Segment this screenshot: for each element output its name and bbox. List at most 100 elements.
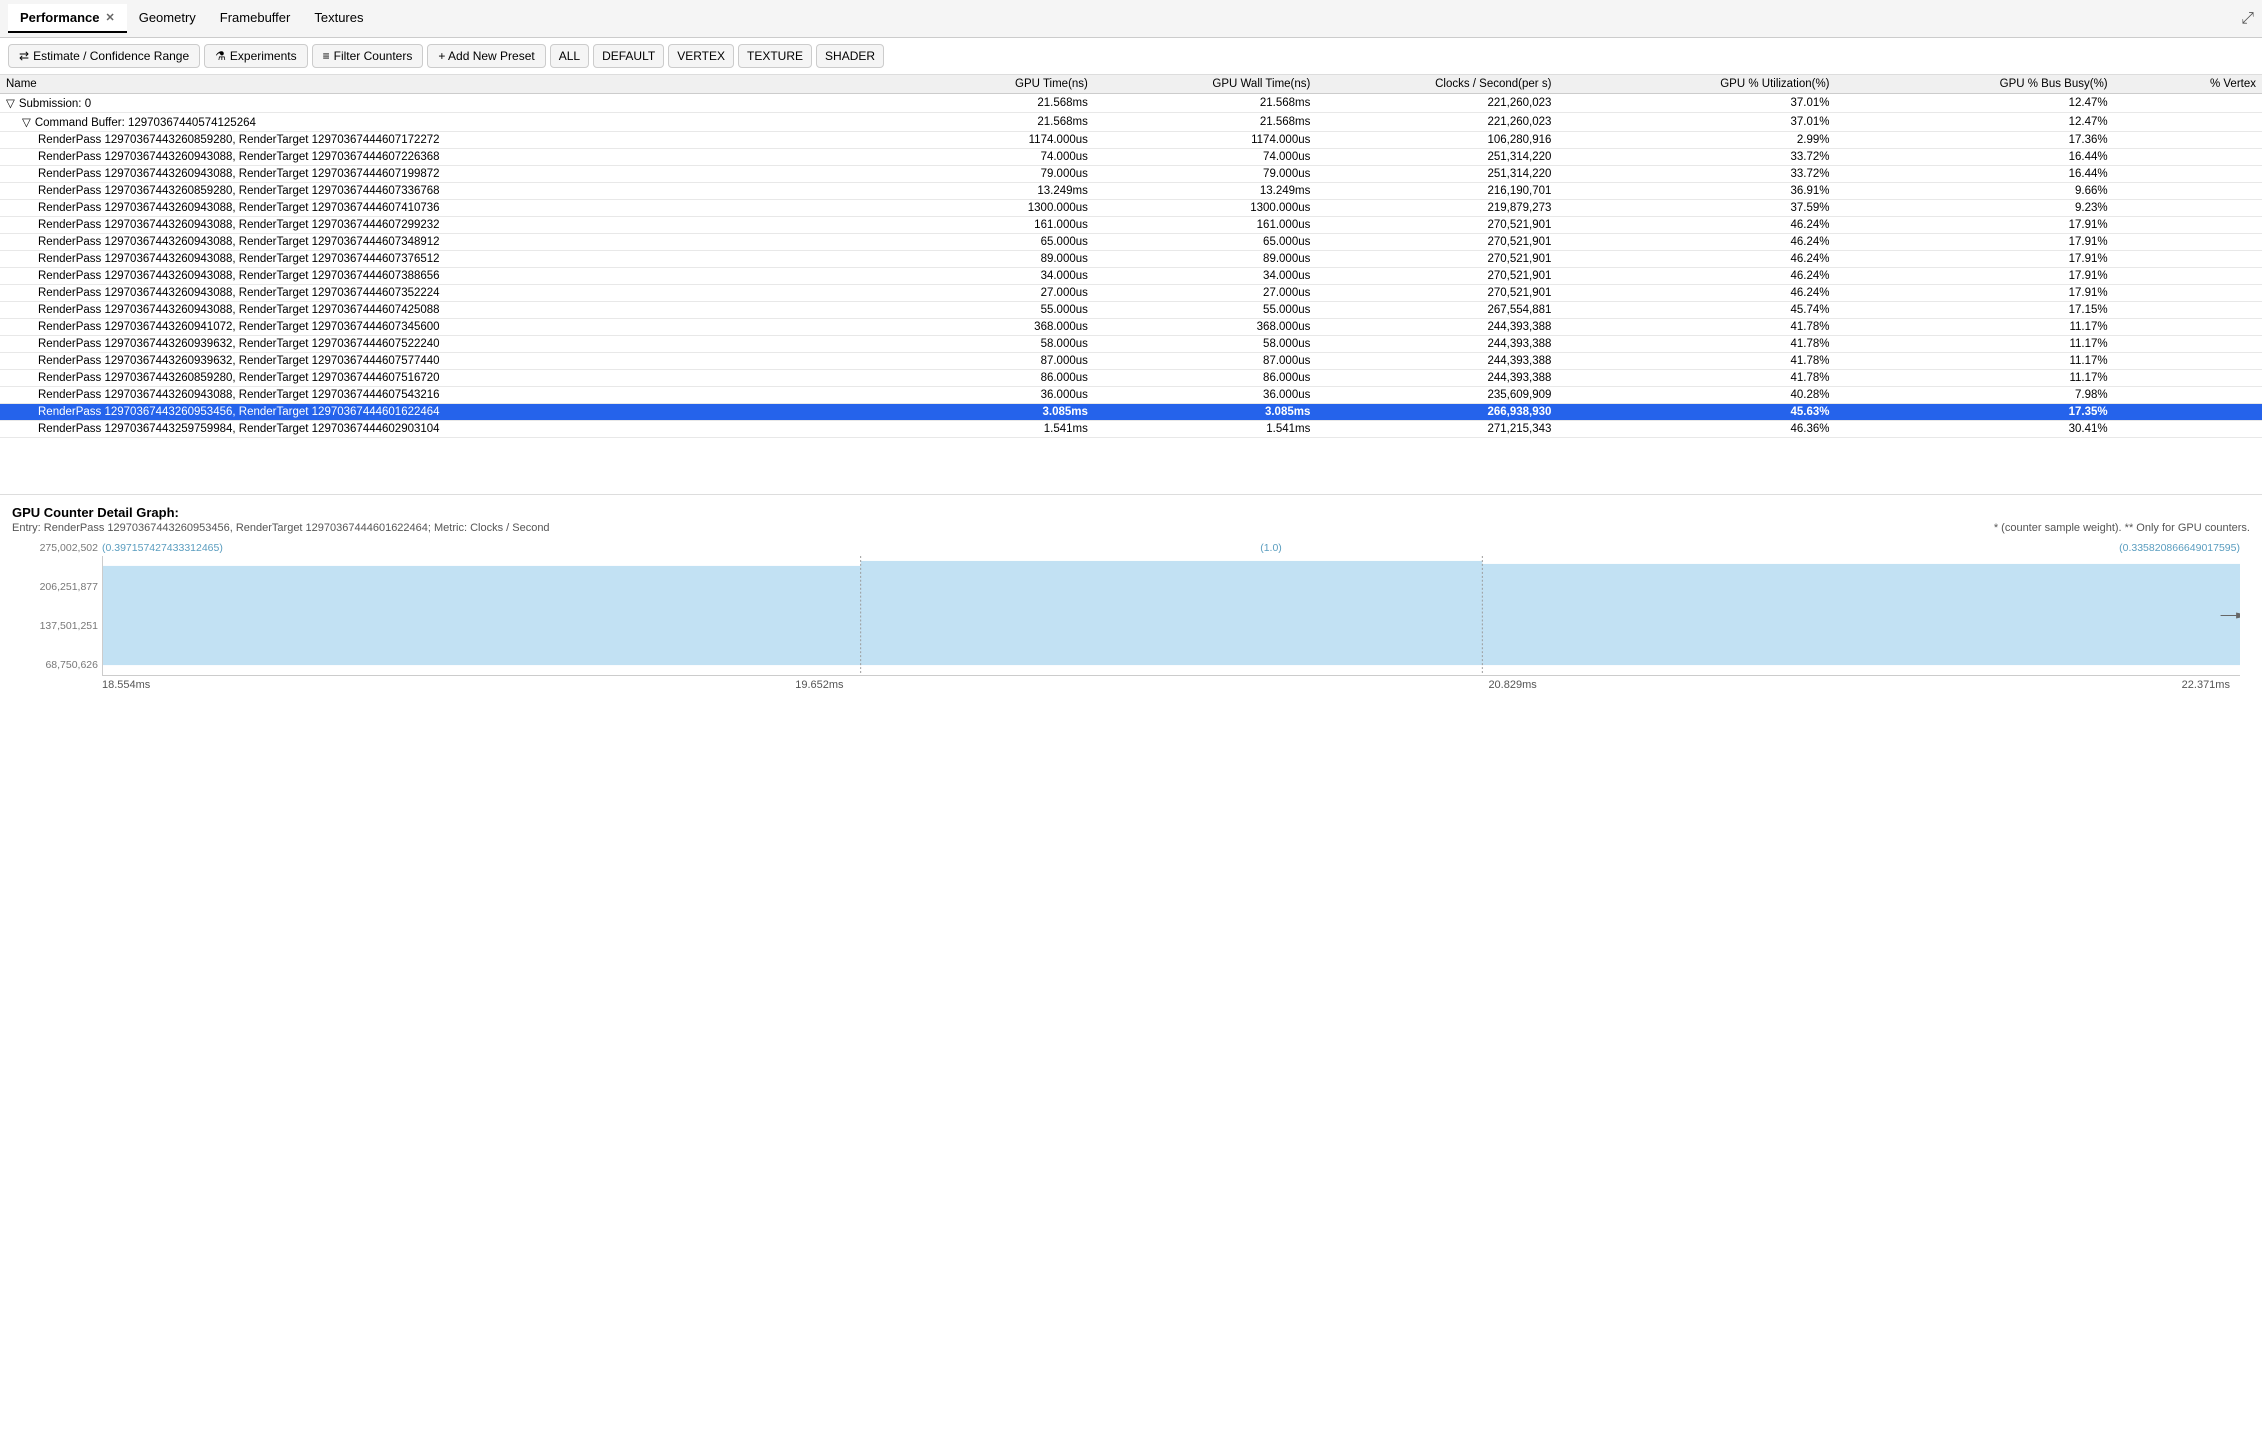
table-row[interactable]: RenderPass 12970367443260939632, RenderT… [0,336,2262,353]
cell-name: RenderPass 12970367443260943088, RenderT… [0,200,890,217]
y-label-1: 275,002,502 [20,542,98,554]
col-header-bus: GPU % Bus Busy(%) [1836,75,2114,94]
cell-clocks: 251,314,220 [1316,149,1557,166]
preset-default[interactable]: DEFAULT [593,44,664,68]
cell-gpu-time: 368.000us [890,319,1094,336]
estimate-button[interactable]: ⇄ Estimate / Confidence Range [8,44,200,68]
table-row[interactable]: ▽Submission: 021.568ms21.568ms221,260,02… [0,94,2262,113]
table-row[interactable]: RenderPass 12970367443260859280, RenderT… [0,370,2262,387]
tab-framebuffer[interactable]: Framebuffer [208,4,303,33]
table-row[interactable]: RenderPass 12970367443260943088, RenderT… [0,234,2262,251]
cell-clocks: 270,521,901 [1316,251,1557,268]
table-row[interactable]: RenderPass 12970367443260943088, RenderT… [0,387,2262,404]
table-row[interactable]: RenderPass 12970367443260939632, RenderT… [0,353,2262,370]
tab-geometry[interactable]: Geometry [127,4,208,33]
table-row[interactable]: RenderPass 12970367443259759984, RenderT… [0,421,2262,438]
table-row[interactable]: RenderPass 12970367443260943088, RenderT… [0,285,2262,302]
cell-gpu-time: 65.000us [890,234,1094,251]
preset-shader[interactable]: SHADER [816,44,884,68]
tab-performance[interactable]: Performance ✕ [8,4,127,33]
cell-util: 36.91% [1557,183,1835,200]
cell-vertex [2114,251,2262,268]
cell-gpu-wall: 89.000us [1094,251,1316,268]
x-label-4: 22.371ms [2182,679,2230,691]
cell-clocks: 106,280,916 [1316,132,1557,149]
cell-vertex [2114,217,2262,234]
table-row[interactable]: RenderPass 12970367443260859280, RenderT… [0,132,2262,149]
col-header-name: Name [0,75,890,94]
table-row[interactable]: RenderPass 12970367443260943088, RenderT… [0,268,2262,285]
performance-table: Name GPU Time(ns) GPU Wall Time(ns) Cloc… [0,75,2262,438]
x-label-2: 19.652ms [795,679,843,691]
cell-bus: 16.44% [1836,166,2114,183]
cell-vertex [2114,336,2262,353]
cell-vertex [2114,319,2262,336]
preset-texture[interactable]: TEXTURE [738,44,812,68]
cell-bus: 30.41% [1836,421,2114,438]
cell-bus: 17.91% [1836,268,2114,285]
cell-util: 46.24% [1557,251,1835,268]
estimate-icon: ⇄ [19,49,29,63]
cell-bus: 11.17% [1836,370,2114,387]
cell-vertex [2114,149,2262,166]
tab-textures[interactable]: Textures [302,4,375,33]
graph-x-labels: 18.554ms 19.652ms 20.829ms 22.371ms [102,679,2240,691]
filter-button[interactable]: ≡ Filter Counters [312,44,424,68]
cell-clocks: 271,215,343 [1316,421,1557,438]
cell-name: RenderPass 12970367443260943088, RenderT… [0,387,890,404]
graph-canvas-area: (0.397157427433312465) (1.0) (0.33582086… [102,542,2240,691]
cell-gpu-wall: 58.000us [1094,336,1316,353]
table-row[interactable]: RenderPass 12970367443260953456, RenderT… [0,404,2262,421]
cell-bus: 17.91% [1836,251,2114,268]
cell-util: 37.01% [1557,113,1835,132]
y-label-2: 206,251,877 [20,581,98,593]
table-row[interactable]: RenderPass 12970367443260859280, RenderT… [0,183,2262,200]
cell-gpu-time: 58.000us [890,336,1094,353]
y-label-3: 137,501,251 [20,620,98,632]
table-row[interactable]: RenderPass 12970367443260943088, RenderT… [0,149,2262,166]
cell-util: 41.78% [1557,319,1835,336]
cell-vertex [2114,166,2262,183]
cell-gpu-time: 79.000us [890,166,1094,183]
estimate-label: Estimate / Confidence Range [33,49,189,63]
cell-name: RenderPass 12970367443260953456, RenderT… [0,404,890,421]
cell-util: 45.74% [1557,302,1835,319]
cell-vertex [2114,183,2262,200]
cell-bus: 11.17% [1836,336,2114,353]
preset-vertex[interactable]: VERTEX [668,44,734,68]
table-row[interactable]: ▽Command Buffer: 1297036744057412526421.… [0,113,2262,132]
cell-gpu-wall: 65.000us [1094,234,1316,251]
cell-vertex [2114,387,2262,404]
graph-subtitle: Entry: RenderPass 12970367443260953456, … [12,522,550,534]
cell-name: RenderPass 12970367443260943088, RenderT… [0,166,890,183]
cell-bus: 9.66% [1836,183,2114,200]
cell-name: RenderPass 12970367443260939632, RenderT… [0,353,890,370]
cell-gpu-time: 21.568ms [890,113,1094,132]
close-icon[interactable]: ✕ [105,11,114,24]
cell-clocks: 270,521,901 [1316,268,1557,285]
expand-icon[interactable]: ⤢ [2241,10,2254,28]
cell-util: 40.28% [1557,387,1835,404]
cell-util: 46.24% [1557,268,1835,285]
cell-bus: 11.17% [1836,319,2114,336]
cell-bus: 12.47% [1836,113,2114,132]
tab-performance-label: Performance [20,10,99,25]
table-row[interactable]: RenderPass 12970367443260943088, RenderT… [0,166,2262,183]
experiments-button[interactable]: ⚗ Experiments [204,44,307,68]
cell-bus: 12.47% [1836,94,2114,113]
cell-util: 46.36% [1557,421,1835,438]
col-header-util: GPU % Utilization(%) [1557,75,1835,94]
table-row[interactable]: RenderPass 12970367443260941072, RenderT… [0,319,2262,336]
cell-util: 41.78% [1557,353,1835,370]
table-row[interactable]: RenderPass 12970367443260943088, RenderT… [0,251,2262,268]
cell-util: 2.99% [1557,132,1835,149]
table-row[interactable]: RenderPass 12970367443260943088, RenderT… [0,302,2262,319]
cell-gpu-time: 74.000us [890,149,1094,166]
add-preset-button[interactable]: + Add New Preset [427,44,545,68]
table-container[interactable]: Name GPU Time(ns) GPU Wall Time(ns) Cloc… [0,75,2262,495]
table-row[interactable]: RenderPass 12970367443260943088, RenderT… [0,217,2262,234]
cell-name: RenderPass 12970367443260943088, RenderT… [0,285,890,302]
table-row[interactable]: RenderPass 12970367443260943088, RenderT… [0,200,2262,217]
preset-all[interactable]: ALL [550,44,589,68]
cell-util: 41.78% [1557,370,1835,387]
